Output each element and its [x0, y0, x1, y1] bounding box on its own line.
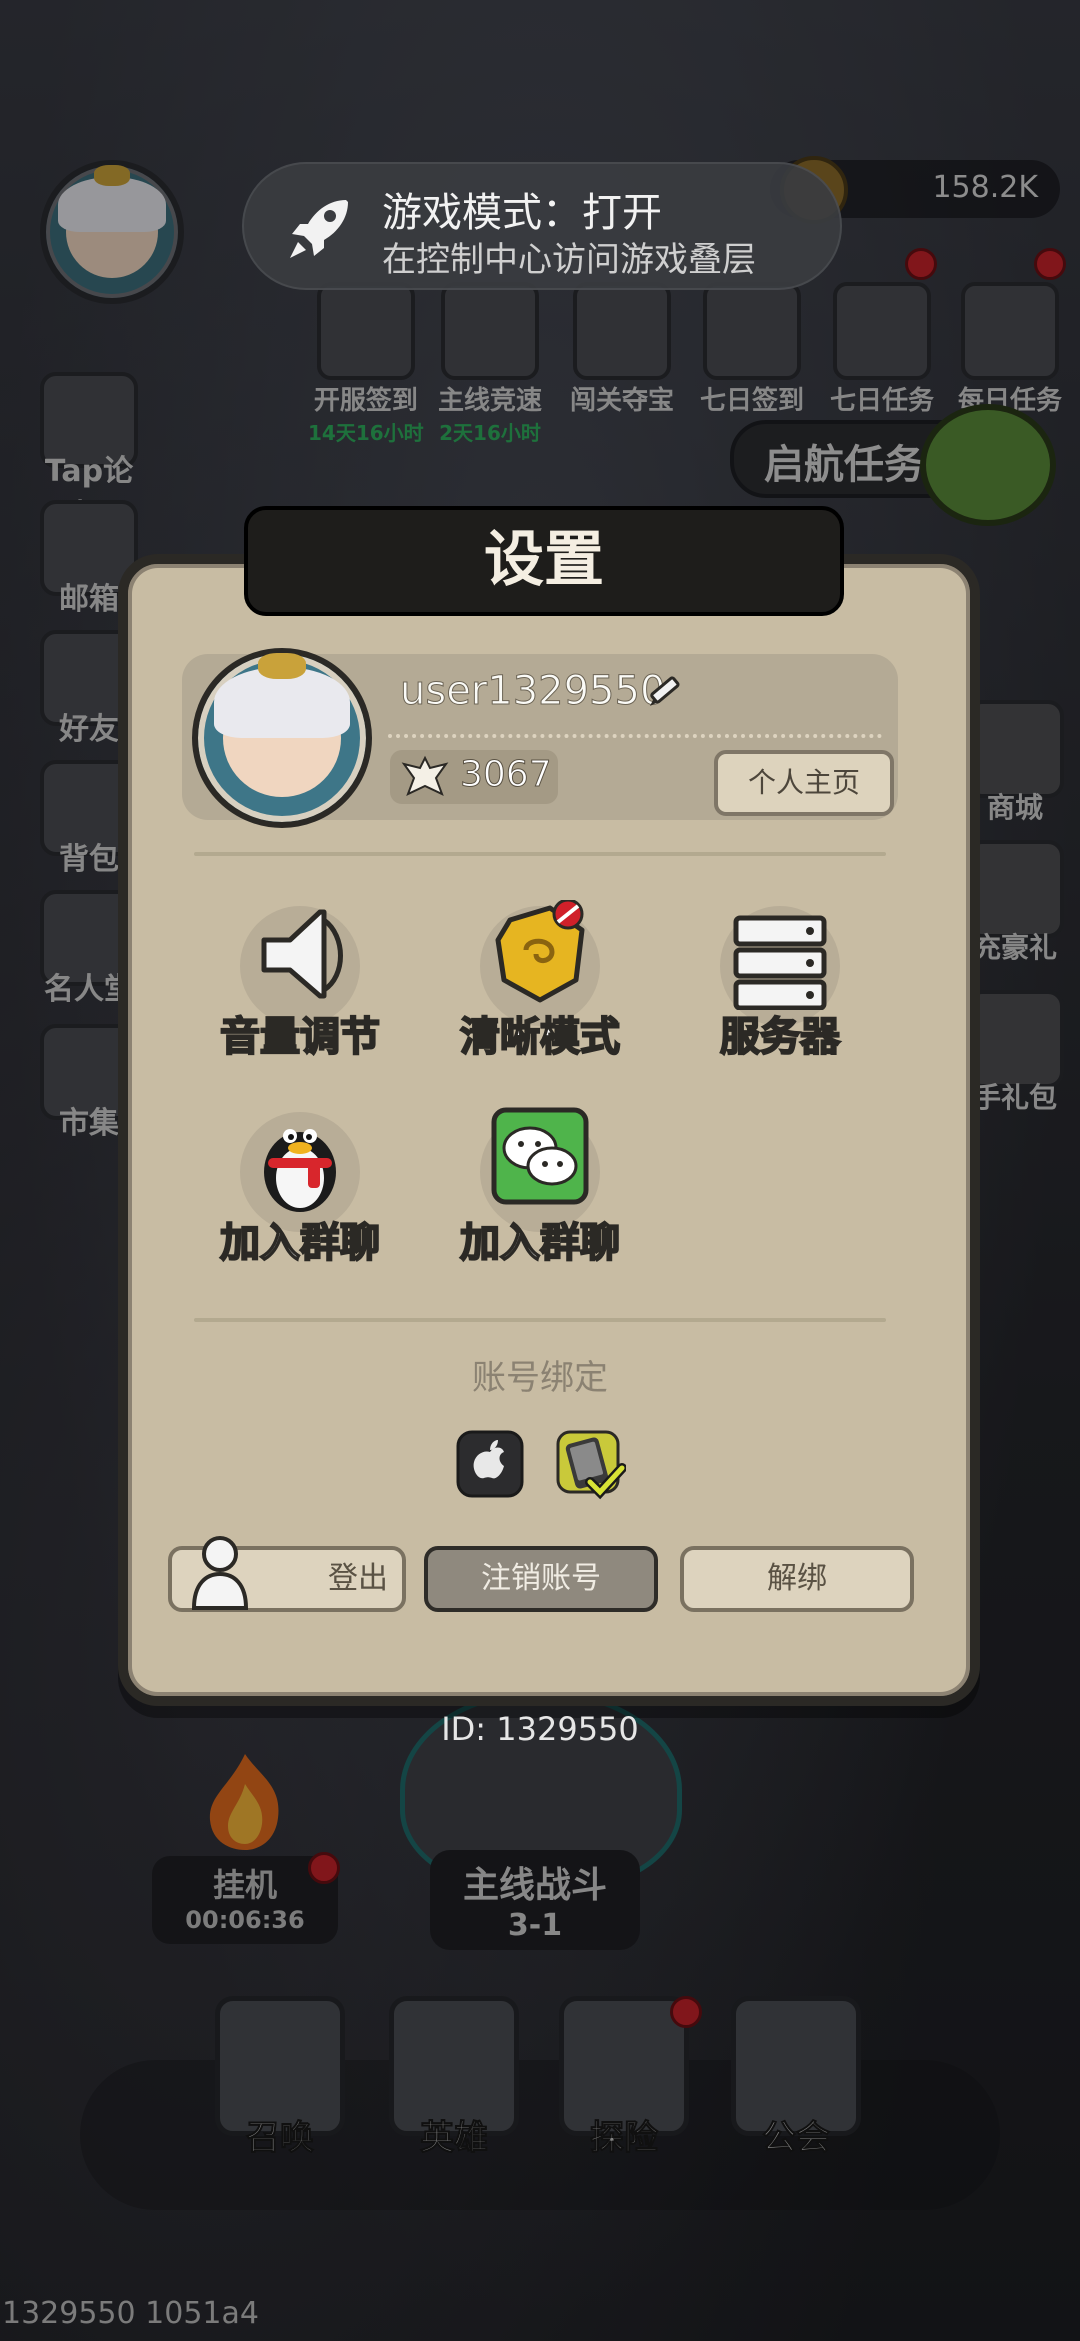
toast-title: 游戏模式：打开 [382, 190, 662, 236]
username: user1329550 [399, 668, 666, 715]
rocket-icon [290, 200, 348, 258]
qq-penguin-icon [264, 1129, 336, 1212]
volume-label: 音量调节 [219, 1013, 381, 1061]
account-binding-title: 账号绑定 [472, 1358, 608, 1398]
quality-gem-icon [495, 900, 585, 1003]
profile-avatar[interactable] [192, 648, 372, 828]
combat-power-value: 3067 [460, 754, 553, 796]
edit-pencil-icon[interactable] [644, 672, 684, 712]
clarity-mode-button[interactable]: 清晰模式 [450, 900, 630, 1070]
profile-divider [388, 734, 882, 738]
section-divider [194, 1318, 886, 1322]
player-id: ID: 1329550 [441, 1710, 639, 1748]
unbind-button[interactable]: 解绑 [680, 1546, 914, 1612]
personal-homepage-button[interactable]: 个人主页 [714, 750, 894, 816]
join-group-label: 加入群聊 [459, 1219, 621, 1267]
toast-subtitle: 在控制中心访问游戏叠层 [382, 240, 756, 280]
avatar-face-icon [213, 653, 350, 797]
join-group-label: 加入群聊 [219, 1219, 381, 1267]
server-label: 服务器 [719, 1013, 841, 1061]
power-wings-icon [401, 755, 449, 796]
apple-icon[interactable] [454, 1428, 526, 1500]
join-wechat-group-button[interactable]: 加入群聊 [450, 1106, 630, 1276]
combat-power: 3067 [390, 750, 558, 804]
join-qq-group-button[interactable]: 加入群聊 [210, 1106, 390, 1276]
wechat-icon [491, 1107, 589, 1205]
profile-card: user1329550 3067 个人主页 [182, 648, 898, 828]
game-mode-toast: 游戏模式：打开 在控制中心访问游戏叠层 [242, 162, 842, 290]
section-divider [194, 852, 886, 856]
clarity-mode-label: 清晰模式 [459, 1013, 621, 1061]
server-icon [733, 915, 827, 1010]
person-icon [191, 1536, 249, 1610]
settings-title: 设置 [244, 506, 844, 616]
delete-account-button[interactable]: 注销账号 [424, 1546, 658, 1612]
speaker-icon [261, 909, 343, 999]
server-button[interactable]: 服务器 [690, 900, 870, 1070]
phone-bound-icon[interactable] [554, 1428, 626, 1500]
logout-label: 登出 [328, 1561, 388, 1596]
volume-button[interactable]: 音量调节 [210, 900, 390, 1070]
